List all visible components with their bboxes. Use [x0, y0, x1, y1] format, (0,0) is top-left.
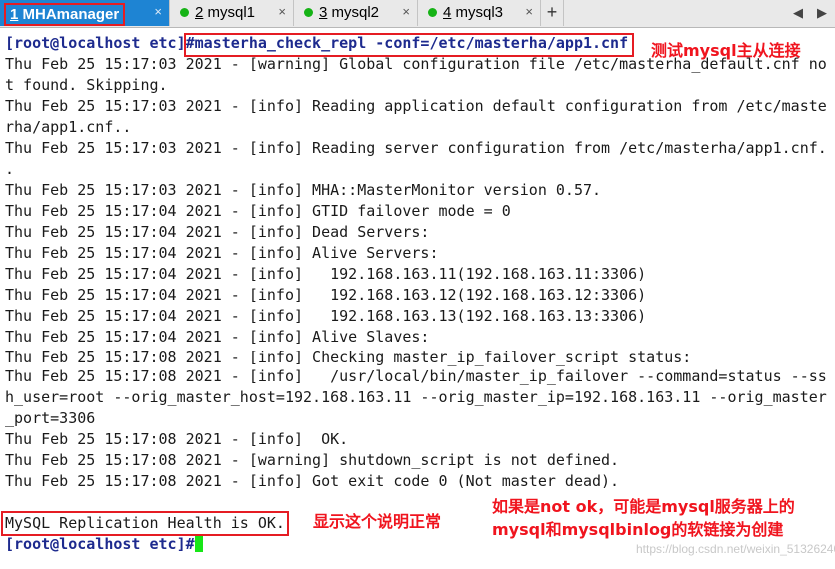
- terminal-line: Thu Feb 25 15:17:03 2021 - [info] Readin…: [5, 139, 827, 157]
- terminal-line: rha/app1.cnf..: [5, 118, 132, 136]
- watermark: https://blog.csdn.net/weixin_51326240: [636, 542, 835, 556]
- tab-label: 1 MHAmanager: [4, 3, 126, 26]
- tab-mysql3[interactable]: 4 mysql3 ×: [418, 0, 541, 26]
- terminal-line: Thu Feb 25 15:17:04 2021 - [info] 192.16…: [5, 265, 647, 283]
- terminal-line: Thu Feb 25 15:17:04 2021 - [info] GTID f…: [5, 202, 511, 220]
- error-annotation-line1: 如果是not ok，可能是mysql服务器上的: [492, 497, 795, 516]
- command-highlight-box: [184, 33, 634, 57]
- tab-mysql1[interactable]: 2 mysql1 ×: [170, 0, 294, 26]
- terminal-line: Thu Feb 25 15:17:03 2021 - [info] Readin…: [5, 97, 827, 115]
- terminal-line: Thu Feb 25 15:17:08 2021 - [info] /usr/l…: [5, 367, 827, 385]
- connected-status-icon: [304, 8, 313, 17]
- close-icon[interactable]: ×: [525, 4, 533, 19]
- tab-label: 2 mysql1: [195, 4, 256, 21]
- tab-mhamanager[interactable]: 1 MHAmanager ×: [0, 0, 170, 26]
- text-cursor: [194, 536, 203, 552]
- terminal-line: Thu Feb 25 15:17:08 2021 - [info] Got ex…: [5, 472, 620, 490]
- error-annotation-line2: mysql和mysqlbinlog的软链接为创建: [492, 520, 784, 539]
- terminal-line: .: [5, 160, 15, 178]
- prompt-line[interactable]: [root@localhost etc]#: [5, 534, 203, 555]
- terminal-line: Thu Feb 25 15:17:04 2021 - [info] Alive …: [5, 328, 430, 346]
- close-icon[interactable]: ×: [154, 4, 162, 19]
- terminal-line: Thu Feb 25 15:17:04 2021 - [info] 192.16…: [5, 286, 647, 304]
- health-highlight-box: [1, 511, 289, 536]
- new-tab-button[interactable]: +: [541, 0, 564, 26]
- terminal-line: Thu Feb 25 15:17:08 2021 - [warning] shu…: [5, 451, 620, 469]
- terminal-line: _port=3306: [5, 409, 96, 427]
- terminal-output[interactable]: [root@localhost etc]#masterha_check_repl…: [0, 33, 835, 569]
- terminal-line: Thu Feb 25 15:17:08 2021 - [info] OK.: [5, 430, 349, 448]
- connected-status-icon: [428, 8, 437, 17]
- tab-label: 4 mysql3: [443, 4, 504, 21]
- ok-annotation: 显示这个说明正常: [313, 512, 442, 531]
- close-icon[interactable]: ×: [402, 4, 410, 19]
- prompt-text: [root@localhost etc]#: [5, 535, 195, 553]
- terminal-line: Thu Feb 25 15:17:04 2021 - [info] 192.16…: [5, 307, 647, 325]
- terminal-line: Thu Feb 25 15:17:04 2021 - [info] Alive …: [5, 244, 439, 262]
- close-icon[interactable]: ×: [278, 4, 286, 19]
- terminal-line: t found. Skipping.: [5, 76, 168, 94]
- tab-mysql2[interactable]: 3 mysql2 ×: [294, 0, 418, 26]
- terminal-line: Thu Feb 25 15:17:03 2021 - [info] MHA::M…: [5, 181, 602, 199]
- session-tab-bar: 1 MHAmanager × 2 mysql1 × 3 mysql2 × 4 m…: [0, 0, 835, 28]
- connected-status-icon: [180, 8, 189, 17]
- screenshot-seam: [0, 346, 835, 351]
- terminal-line: Thu Feb 25 15:17:04 2021 - [info] Dead S…: [5, 223, 430, 241]
- terminal-line: h_user=root --orig_master_host=192.168.1…: [5, 388, 827, 406]
- scroll-right-icon[interactable]: ▶: [817, 6, 827, 21]
- scroll-left-icon[interactable]: ◀: [793, 6, 803, 21]
- tab-label: 3 mysql2: [319, 4, 380, 21]
- command-annotation: 测试mysql主从连接: [651, 41, 801, 60]
